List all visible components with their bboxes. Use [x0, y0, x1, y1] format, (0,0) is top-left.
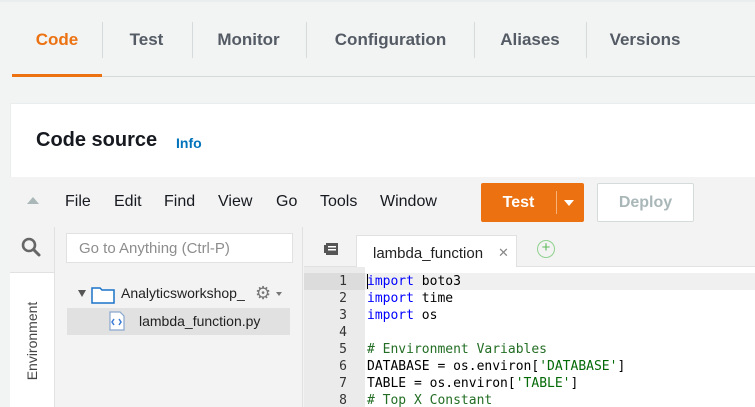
tab-list: Code Test Monitor Configuration Aliases …: [12, 0, 755, 77]
test-dropdown-caret-icon[interactable]: [564, 200, 574, 206]
file-name: lambda_function.py: [139, 313, 261, 329]
editor-tab-lambda-function[interactable]: lambda_function ✕: [356, 235, 517, 268]
folder-icon: [91, 284, 115, 309]
code-token: import: [367, 308, 414, 323]
line-number: 2: [339, 291, 347, 306]
code-text: import os: [367, 307, 437, 324]
code-text: DATABASE = os.environ['DATABASE']: [367, 358, 625, 375]
code-line[interactable]: 7 TABLE = os.environ['TABLE']: [304, 375, 755, 392]
gear-icon[interactable]: ⚙: [255, 283, 271, 304]
code-editor[interactable]: 1 import boto3 2 import time 3 import os 4 5 # E…: [304, 267, 755, 407]
file-row[interactable]: lambda_function.py: [67, 308, 290, 335]
code-token: TABLE = os.environ[: [367, 376, 516, 391]
code-text: import time: [367, 290, 453, 307]
line-number: 4: [339, 325, 347, 340]
code-line[interactable]: 3 import os: [304, 307, 755, 324]
code-token: boto3: [413, 274, 461, 289]
editor-tab-strip: lambda_function ✕ +: [304, 227, 755, 268]
text-cursor: [367, 274, 368, 289]
tab-versions[interactable]: Versions: [587, 22, 703, 58]
line-number: 7: [339, 376, 347, 391]
gear-caret-icon[interactable]: [276, 292, 282, 296]
code-token: import: [367, 291, 414, 306]
file-tree-panel: Analyticsworkshop_ ⚙ lambda_function.py: [55, 227, 303, 407]
editor-tab-label: lambda_function: [373, 245, 484, 262]
environment-label: Environment: [24, 301, 40, 381]
code-text: TABLE = os.environ['TABLE']: [367, 375, 578, 392]
code-text: import boto3: [367, 273, 461, 290]
line-number: 1: [304, 273, 365, 290]
menu-view[interactable]: View: [218, 193, 252, 211]
python-file-icon: [108, 311, 126, 336]
search-icon[interactable]: [21, 237, 41, 262]
deploy-button[interactable]: Deploy: [597, 183, 694, 222]
code-token: # Top X Constant: [367, 393, 493, 407]
code-token: time: [413, 291, 454, 306]
menu-find[interactable]: Find: [164, 193, 195, 211]
folder-row[interactable]: Analyticsworkshop_ ⚙: [75, 283, 295, 305]
code-token: # Environment Variables: [367, 342, 548, 357]
code-token: ]: [570, 376, 579, 391]
collapse-triangle-icon[interactable]: [27, 197, 39, 204]
tab-list-icon[interactable]: [324, 242, 338, 260]
code-token: import: [367, 274, 414, 289]
code-token: os: [413, 308, 438, 323]
code-line[interactable]: 6 DATABASE = os.environ['DATABASE']: [304, 358, 755, 375]
close-icon[interactable]: ✕: [498, 245, 509, 261]
test-split-button: Test: [481, 183, 584, 222]
code-token: 'TABLE': [515, 376, 571, 391]
folder-name: Analyticsworkshop_: [121, 285, 245, 301]
go-to-anything-input[interactable]: [66, 233, 293, 263]
code-line[interactable]: 8 # Top X Constant: [304, 392, 755, 407]
ide-menubar: File Edit Find View Go Tools Window Test…: [10, 177, 755, 227]
menu-tools[interactable]: Tools: [320, 193, 357, 211]
menu-edit[interactable]: Edit: [114, 193, 142, 211]
environment-tab[interactable]: Environment: [10, 272, 54, 407]
test-button[interactable]: Test: [481, 183, 556, 222]
menu-go[interactable]: Go: [276, 193, 297, 211]
line-number: 8: [339, 393, 347, 407]
code-editor-ide: File Edit Find View Go Tools Window Test…: [10, 177, 755, 407]
menu-window[interactable]: Window: [380, 193, 437, 211]
split-divider: [556, 191, 557, 214]
line-number: 6: [339, 359, 347, 374]
side-rail: Environment: [10, 227, 55, 407]
code-token: 'DATABASE': [539, 359, 618, 374]
code-line[interactable]: 1 import boto3: [304, 273, 755, 290]
line-number: 5: [339, 342, 347, 357]
code-text: # Environment Variables: [367, 341, 547, 358]
tab-code[interactable]: Code: [12, 22, 102, 58]
code-line[interactable]: 4: [304, 324, 755, 341]
code-token: DATABASE = os.environ[: [367, 359, 540, 374]
add-tab-plus-icon[interactable]: +: [537, 240, 555, 258]
menu-file[interactable]: File: [65, 193, 91, 211]
code-line[interactable]: 5 # Environment Variables: [304, 341, 755, 358]
panel-title: Code source: [36, 129, 158, 151]
code-text: # Top X Constant: [367, 392, 492, 407]
tab-test[interactable]: Test: [103, 22, 190, 58]
active-tab-indicator: [12, 74, 102, 77]
expand-caret-icon[interactable]: [78, 290, 86, 297]
line-number: 3: [339, 308, 347, 323]
code-line[interactable]: 2 import time: [304, 290, 755, 307]
code-token: ]: [617, 359, 626, 374]
function-tabs-bar: Code Test Monitor Configuration Aliases …: [0, 0, 755, 92]
tab-configuration[interactable]: Configuration: [307, 22, 474, 58]
tab-monitor[interactable]: Monitor: [193, 22, 304, 58]
info-link[interactable]: Info: [176, 135, 202, 151]
tab-aliases[interactable]: Aliases: [475, 22, 585, 58]
